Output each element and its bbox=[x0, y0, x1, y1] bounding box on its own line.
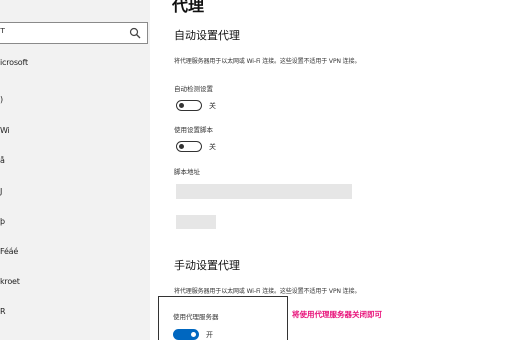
sidebar-item-wifi[interactable]: Wi bbox=[0, 126, 10, 135]
sidebar-item-6[interactable]: þ bbox=[0, 217, 5, 226]
sidebar-item-8[interactable]: kroet bbox=[0, 277, 20, 286]
script-address-label: 脚本地址 bbox=[174, 168, 200, 176]
sidebar-item-4[interactable]: å bbox=[0, 156, 5, 165]
use-script-label: 使用设置脚本 bbox=[174, 126, 213, 134]
sidebar: т icrosoft ) Wi å J þ Féáé kroet R bbox=[0, 0, 150, 340]
auto-proxy-description: 将代理服务器用于以太网或 Wi-Fi 连接。这些设置不适用于 VPN 连接。 bbox=[174, 58, 361, 65]
sidebar-item-2[interactable]: ) bbox=[0, 95, 3, 104]
sidebar-item-7[interactable]: Féáé bbox=[0, 247, 18, 256]
search-input[interactable]: т bbox=[0, 22, 148, 44]
auto-detect-state: 关 bbox=[209, 102, 216, 110]
auto-detect-toggle[interactable] bbox=[176, 100, 202, 111]
settings-window: т icrosoft ) Wi å J þ Féáé kroet R 代理 自动… bbox=[0, 0, 512, 340]
manual-proxy-section-title: 手动设置代理 bbox=[174, 259, 240, 272]
use-proxy-state: 开 bbox=[206, 331, 213, 339]
toggle-knob bbox=[179, 102, 184, 108]
search-icon[interactable] bbox=[129, 27, 141, 39]
manual-proxy-description: 将代理服务器用于以太网或 Wi-Fi 连接。这些设置不适用于 VPN 连接。 bbox=[174, 288, 361, 295]
sidebar-item-9[interactable]: R bbox=[0, 307, 6, 316]
sidebar-item-5[interactable]: J bbox=[0, 187, 2, 196]
main-content: 代理 自动设置代理 将代理服务器用于以太网或 Wi-Fi 连接。这些设置不适用于… bbox=[150, 0, 512, 340]
auto-detect-label: 自动检测设置 bbox=[174, 85, 213, 93]
auto-proxy-section-title: 自动设置代理 bbox=[174, 29, 240, 42]
toggle-knob bbox=[179, 143, 184, 149]
save-button[interactable] bbox=[176, 215, 216, 229]
page-title: 代理 bbox=[172, 0, 205, 15]
use-script-state: 关 bbox=[209, 143, 216, 151]
toggle-knob bbox=[191, 331, 196, 337]
search-input-text: т bbox=[0, 26, 6, 36]
use-script-toggle[interactable] bbox=[176, 141, 202, 152]
use-proxy-highlight-box: 使用代理服务器 开 bbox=[158, 296, 288, 340]
script-address-input[interactable] bbox=[176, 184, 352, 199]
sidebar-item-microsoft[interactable]: icrosoft bbox=[0, 58, 28, 67]
use-proxy-toggle[interactable] bbox=[173, 329, 199, 340]
annotation-text: 将使用代理服务器关闭即可 bbox=[292, 310, 382, 319]
use-proxy-label: 使用代理服务器 bbox=[173, 313, 219, 321]
